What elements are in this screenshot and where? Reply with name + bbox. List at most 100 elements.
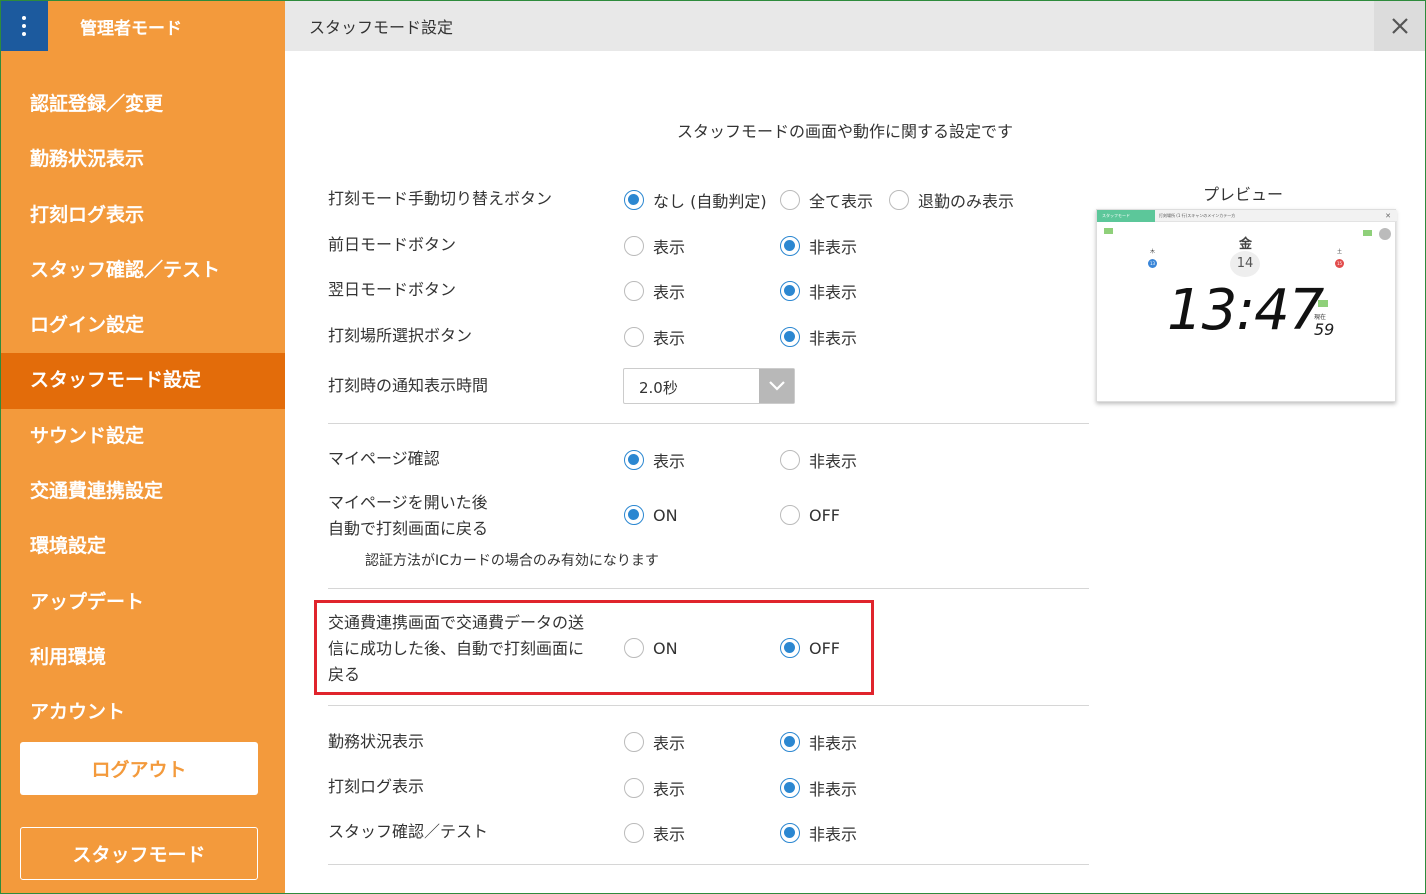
radio-icon bbox=[889, 190, 909, 210]
sidebar-item-auth-registration[interactable]: 認証登録／変更 bbox=[0, 77, 285, 132]
mypage-option-show[interactable]: 表示 bbox=[624, 448, 685, 472]
notify-time-value: 2.0秒 bbox=[639, 379, 678, 397]
preview-date: 14 bbox=[1230, 251, 1260, 277]
sidebar-item-login-settings[interactable]: ログイン設定 bbox=[0, 298, 285, 353]
radio-icon bbox=[780, 190, 800, 210]
preview-clock-time: 13:47 bbox=[1167, 278, 1324, 343]
log-view-option-hide[interactable]: 非表示 bbox=[780, 776, 857, 800]
option-label: 表示 bbox=[653, 283, 686, 302]
header: スタッフモード設定 bbox=[285, 0, 1426, 51]
sidebar: 管理者モード 認証登録／変更 勤務状況表示 打刻ログ表示 スタッフ確認／テスト … bbox=[0, 0, 285, 894]
preview-close-icon: ✕ bbox=[1385, 212, 1391, 220]
manual-switch-option-leave-only[interactable]: 退勤のみ表示 bbox=[889, 188, 1014, 212]
mypage-option-hide[interactable]: 非表示 bbox=[780, 448, 857, 472]
notify-time-select[interactable]: 2.0秒 bbox=[623, 368, 795, 404]
option-label: ON bbox=[653, 505, 678, 525]
radio-checked-icon bbox=[780, 281, 800, 301]
divider bbox=[328, 864, 1089, 865]
next-day-label: 翌日モードボタン bbox=[328, 280, 457, 299]
sidebar-item-sound-settings[interactable]: サウンド設定 bbox=[0, 409, 285, 464]
option-label: 表示 bbox=[653, 238, 686, 257]
divider bbox=[328, 705, 1089, 706]
radio-checked-icon bbox=[624, 190, 644, 210]
work-status-option-show[interactable]: 表示 bbox=[624, 730, 685, 754]
option-label: 非表示 bbox=[809, 452, 858, 471]
sidebar-item-update[interactable]: アップデート bbox=[0, 575, 285, 630]
radio-icon bbox=[624, 281, 644, 301]
place-select-label: 打刻場所選択ボタン bbox=[328, 326, 473, 345]
preview-card-icon bbox=[1363, 230, 1372, 236]
sidebar-item-environment-settings[interactable]: 環境設定 bbox=[0, 519, 285, 574]
preview-settings-icon bbox=[1379, 228, 1391, 240]
preview-day-left: 13 bbox=[1148, 259, 1157, 268]
transport-return-label: 交通費連携画面で交通費データの送 信に成功した後、自動で打刻画面に 戻る bbox=[328, 610, 584, 688]
sidebar-item-account[interactable]: アカウント bbox=[0, 685, 285, 740]
preview-status-icon bbox=[1104, 228, 1113, 234]
next-day-option-show[interactable]: 表示 bbox=[624, 279, 685, 303]
option-label: 非表示 bbox=[809, 825, 858, 844]
notify-time-label: 打刻時の通知表示時間 bbox=[328, 376, 489, 395]
log-view-label: 打刻ログ表示 bbox=[328, 777, 425, 796]
radio-icon bbox=[780, 505, 800, 525]
radio-icon bbox=[624, 823, 644, 843]
option-label: 非表示 bbox=[809, 734, 858, 753]
label-line: 信に成功した後、自動で打刻画面に bbox=[328, 639, 585, 658]
divider bbox=[328, 423, 1089, 424]
preview-label: プレビュー bbox=[1203, 185, 1284, 204]
sidebar-item-staff-check[interactable]: スタッフ確認／テスト bbox=[0, 243, 285, 298]
prev-day-option-hide[interactable]: 非表示 bbox=[780, 234, 857, 258]
staff-mode-button[interactable]: スタッフモード bbox=[20, 827, 258, 880]
radio-icon bbox=[624, 327, 644, 347]
option-label: なし (自動判定) bbox=[653, 192, 767, 211]
option-label: ON bbox=[653, 638, 678, 658]
page-title: スタッフモード設定 bbox=[309, 18, 454, 37]
staff-check-label: スタッフ確認／テスト bbox=[328, 822, 489, 841]
close-button[interactable] bbox=[1374, 0, 1426, 51]
radio-checked-icon bbox=[780, 732, 800, 752]
preview-tab: スタッフモード bbox=[1097, 210, 1155, 222]
preview-thumbnail: スタッフモード 打刻場所 (1 行)スキャンのメインカテ一方 ✕ 木 13 土 … bbox=[1096, 209, 1397, 402]
place-select-option-hide[interactable]: 非表示 bbox=[780, 325, 857, 349]
option-label: 非表示 bbox=[809, 780, 858, 799]
sidebar-item-usage-environment[interactable]: 利用環境 bbox=[0, 630, 285, 685]
work-status-option-hide[interactable]: 非表示 bbox=[780, 730, 857, 754]
staff-check-option-show[interactable]: 表示 bbox=[624, 821, 685, 845]
place-select-option-show[interactable]: 表示 bbox=[624, 325, 685, 349]
admin-mode-title: 管理者モード bbox=[80, 19, 182, 39]
close-icon bbox=[1392, 17, 1408, 34]
next-day-option-hide[interactable]: 非表示 bbox=[780, 279, 857, 303]
option-label: 表示 bbox=[653, 452, 686, 471]
radio-checked-icon bbox=[780, 638, 800, 658]
transport-return-option-on[interactable]: ON bbox=[624, 638, 678, 658]
prev-day-option-show[interactable]: 表示 bbox=[624, 234, 685, 258]
preview-clock-seconds: 59 bbox=[1314, 320, 1335, 339]
radio-checked-icon bbox=[780, 778, 800, 798]
prev-day-label: 前日モードボタン bbox=[328, 235, 457, 254]
preview-weekday-left: 木 bbox=[1150, 249, 1156, 255]
menu-toggle-button[interactable] bbox=[0, 0, 48, 51]
sidebar-item-work-status[interactable]: 勤務状況表示 bbox=[0, 132, 285, 187]
vertical-dots-icon bbox=[22, 15, 26, 36]
work-status-label: 勤務状況表示 bbox=[328, 732, 425, 751]
log-view-option-show[interactable]: 表示 bbox=[624, 776, 685, 800]
radio-checked-icon bbox=[780, 823, 800, 843]
chevron-down-icon bbox=[759, 369, 794, 403]
option-label: 表示 bbox=[653, 825, 686, 844]
staff-check-option-hide[interactable]: 非表示 bbox=[780, 821, 857, 845]
option-label: 表示 bbox=[653, 780, 686, 799]
logout-button[interactable]: ログアウト bbox=[20, 742, 258, 795]
manual-switch-option-auto[interactable]: なし (自動判定) bbox=[624, 188, 767, 212]
sidebar-item-punch-log[interactable]: 打刻ログ表示 bbox=[0, 188, 285, 243]
transport-return-option-off[interactable]: OFF bbox=[780, 638, 840, 658]
label-line: マイページを開いた後 bbox=[328, 493, 488, 512]
mypage-label: マイページ確認 bbox=[328, 449, 440, 468]
manual-switch-option-all[interactable]: 全て表示 bbox=[780, 188, 873, 212]
mypage-return-option-on[interactable]: ON bbox=[624, 505, 678, 525]
sidebar-item-staff-mode-settings[interactable]: スタッフモード設定 bbox=[0, 353, 285, 409]
intro-text: スタッフモードの画面や動作に関する設定です bbox=[677, 122, 1014, 141]
option-label: 全て表示 bbox=[809, 192, 874, 211]
sidebar-item-transport-settings[interactable]: 交通費連携設定 bbox=[0, 464, 285, 519]
option-label: 表示 bbox=[653, 734, 686, 753]
mypage-return-option-off[interactable]: OFF bbox=[780, 505, 840, 525]
radio-checked-icon bbox=[780, 236, 800, 256]
